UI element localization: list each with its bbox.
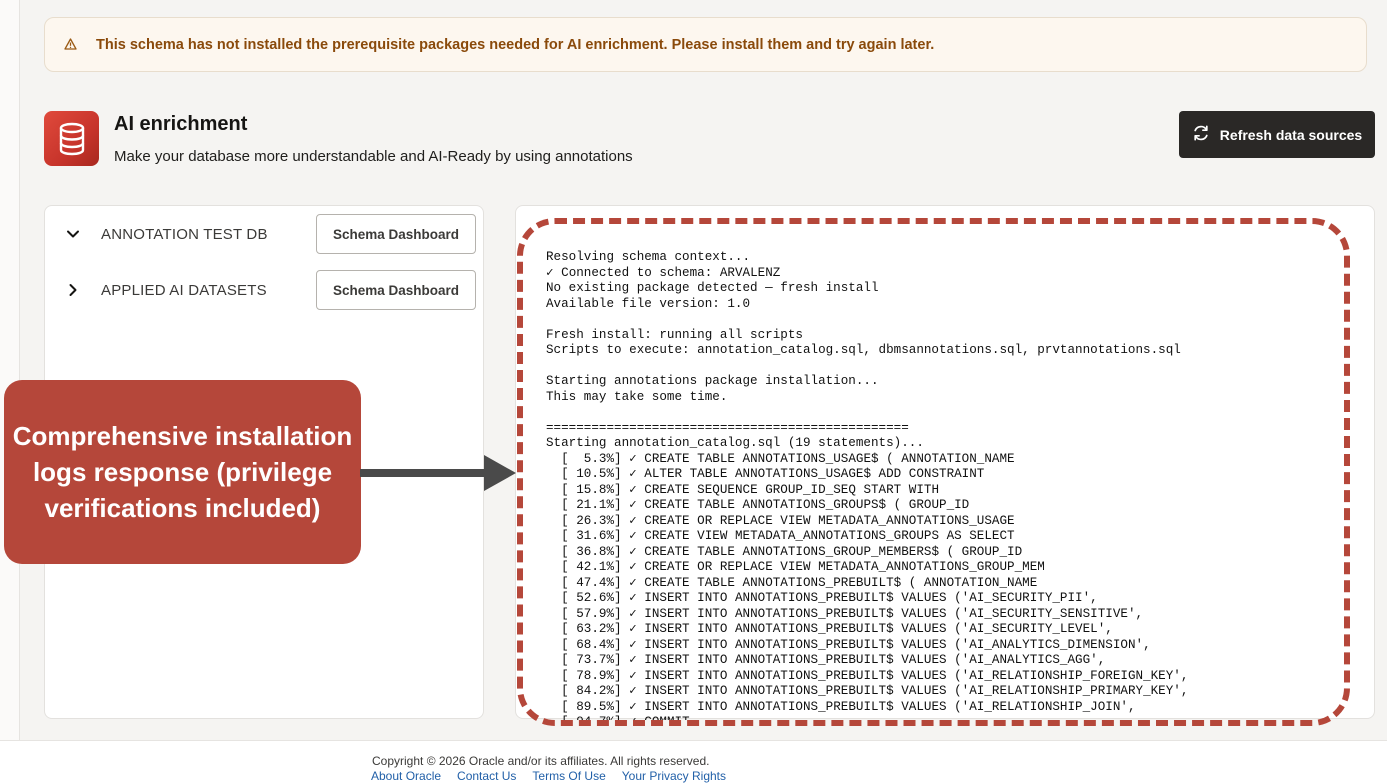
refresh-icon — [1192, 124, 1210, 145]
log-line: [ 68.4%] ✓ INSERT INTO ANNOTATIONS_PREBU… — [546, 637, 1151, 652]
chevron-down-icon[interactable] — [63, 224, 83, 244]
tree-item-applied-ai-datasets[interactable]: APPLIED AI DATASETS Schema Dashboard — [45, 270, 485, 310]
log-line: [ 89.5%] ✓ INSERT INTO ANNOTATIONS_PREBU… — [546, 699, 1136, 714]
log-line: [ 21.1%] ✓ CREATE TABLE ANNOTATIONS_GROU… — [546, 498, 970, 512]
refresh-button-label: Refresh data sources — [1219, 126, 1363, 143]
log-line: Starting annotations package installatio… — [546, 374, 879, 388]
about-oracle-link[interactable]: About Oracle — [371, 769, 441, 783]
schema-dashboard-button[interactable]: Schema Dashboard — [316, 270, 476, 310]
log-line: Available file version: 1.0 — [546, 296, 751, 311]
warning-message: This schema has not installed the prereq… — [96, 36, 935, 53]
log-line: [ 15.8%] ✓ CREATE SEQUENCE GROUP_ID_SEQ … — [546, 482, 940, 497]
arrow-right-icon — [360, 455, 516, 491]
annotation-callout: Comprehensive installation logs response… — [4, 380, 361, 564]
log-highlight-frame: Resolving schema context... ✓ Connected t… — [517, 218, 1350, 726]
tree-item-label: APPLIED AI DATASETS — [101, 282, 267, 299]
log-line: ========================================… — [546, 420, 909, 435]
log-line: [ 5.3%] ✓ CREATE TABLE ANNOTATIONS_USAGE… — [546, 451, 1015, 466]
log-line: [ 57.9%] ✓ INSERT INTO ANNOTATIONS_PREBU… — [546, 606, 1144, 621]
tree-item-label: ANNOTATION TEST DB — [101, 226, 268, 243]
database-icon — [44, 111, 99, 166]
callout-text: Comprehensive installation logs response… — [12, 421, 353, 523]
page-subtitle: Make your database more understandable a… — [114, 148, 633, 165]
contact-us-link[interactable]: Contact Us — [457, 769, 516, 783]
log-line: No existing package detected — fresh ins… — [546, 281, 879, 295]
log-line: [ 31.6%] ✓ CREATE VIEW METADATA_ANNOTATI… — [546, 529, 1015, 543]
log-line: [ 94.7%] ✓ COMMIT — [546, 715, 690, 726]
log-line: [ 26.3%] ✓ CREATE OR REPLACE VIEW METADA… — [546, 513, 1015, 528]
left-rail — [0, 0, 20, 740]
log-line: [ 47.4%] ✓ CREATE TABLE ANNOTATIONS_PREB… — [546, 575, 1038, 590]
log-line: Fresh install: running all scripts — [546, 327, 803, 342]
log-line: [ 73.7%] ✓ INSERT INTO ANNOTATIONS_PREBU… — [546, 653, 1106, 667]
log-line: [ 52.6%] ✓ INSERT INTO ANNOTATIONS_PREBU… — [546, 591, 1098, 605]
log-line: Starting annotation_catalog.sql (19 stat… — [546, 436, 924, 450]
log-line: Scripts to execute: annotation_catalog.s… — [546, 343, 1181, 357]
log-line: [ 78.9%] ✓ INSERT INTO ANNOTATIONS_PREBU… — [546, 668, 1189, 683]
log-line: [ 84.2%] ✓ INSERT INTO ANNOTATIONS_PREBU… — [546, 684, 1189, 698]
schema-dashboard-button[interactable]: Schema Dashboard — [316, 214, 476, 254]
warning-triangle-icon — [64, 38, 88, 53]
chevron-right-icon[interactable] — [63, 280, 83, 300]
refresh-data-sources-button[interactable]: Refresh data sources — [1179, 111, 1375, 158]
copyright-text: Copyright © 2026 Oracle and/or its affil… — [372, 754, 710, 768]
log-line: [ 10.5%] ✓ ALTER TABLE ANNOTATIONS_USAGE… — [546, 467, 985, 481]
privacy-rights-link[interactable]: Your Privacy Rights — [622, 769, 726, 783]
terms-of-use-link[interactable]: Terms Of Use — [532, 769, 605, 783]
installation-log[interactable]: Resolving schema context... ✓ Connected t… — [546, 250, 1336, 726]
tree-item-annotation-test-db[interactable]: ANNOTATION TEST DB Schema Dashboard — [45, 214, 485, 254]
page-title: AI enrichment — [114, 113, 248, 135]
footer-links: About Oracle Contact Us Terms Of Use You… — [371, 769, 726, 783]
footer: Copyright © 2026 Oracle and/or its affil… — [0, 740, 1387, 783]
log-line: ✓ Connected to schema: ARVALENZ — [546, 265, 781, 280]
log-line: [ 63.2%] ✓ INSERT INTO ANNOTATIONS_PREBU… — [546, 622, 1113, 636]
log-line: This may take some time. — [546, 389, 728, 404]
log-line: Resolving schema context... — [546, 250, 751, 264]
log-line: [ 42.1%] ✓ CREATE OR REPLACE VIEW METADA… — [546, 560, 1045, 574]
log-line: [ 36.8%] ✓ CREATE TABLE ANNOTATIONS_GROU… — [546, 544, 1023, 559]
warning-banner: This schema has not installed the prereq… — [44, 17, 1367, 72]
